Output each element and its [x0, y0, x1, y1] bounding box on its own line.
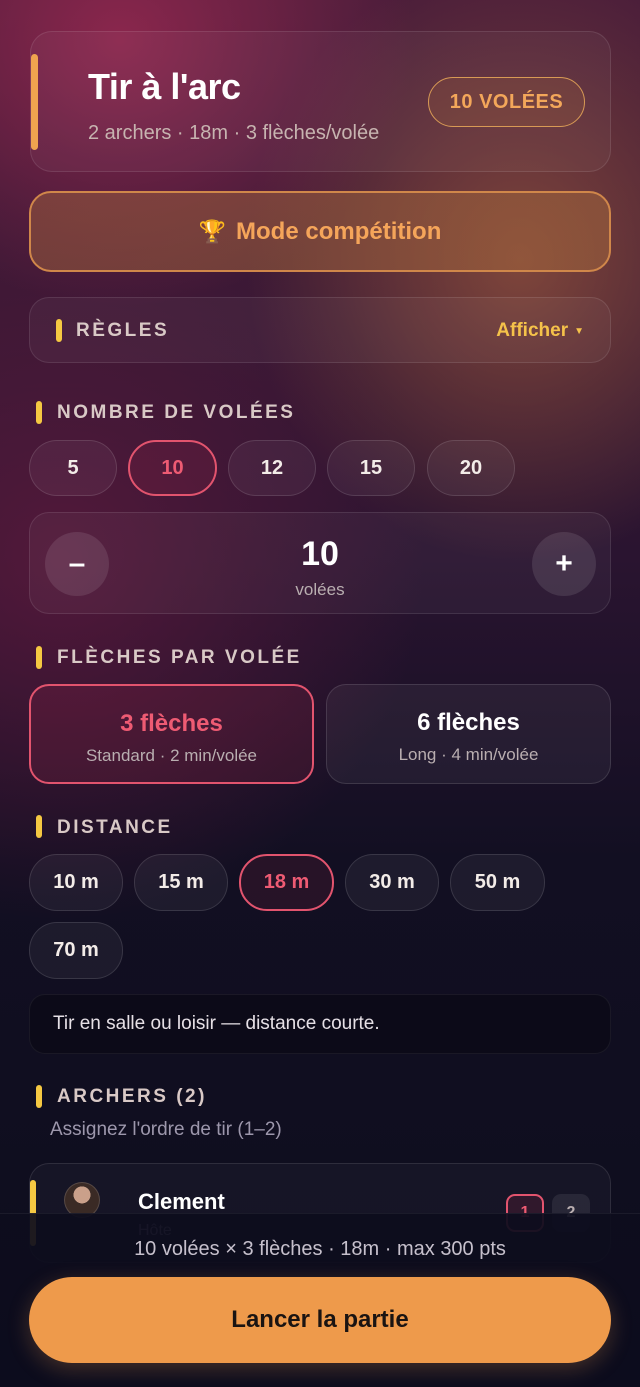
arrows-section-title: FLÈCHES PAR VOLÉE	[57, 647, 302, 668]
launch-game-button[interactable]: Lancer la partie	[29, 1277, 611, 1363]
caret-down-icon: ▼	[574, 325, 584, 337]
stepper-unit: volées	[295, 580, 345, 599]
trophy-icon: 🏆	[198, 218, 227, 244]
distance-option-10m[interactable]: 10 m	[29, 854, 123, 911]
section-accent-bar	[56, 319, 62, 342]
arrows-option-detail: Standard · 2 min/volée	[85, 746, 258, 765]
bottom-action-bar: 10 volées × 3 flèches · 18m · max 300 pt…	[0, 1213, 640, 1387]
increment-button[interactable]: +	[532, 532, 596, 596]
stepper-value: 10	[301, 535, 339, 573]
distance-option-15m[interactable]: 15 m	[134, 854, 228, 911]
volley-option-20[interactable]: 20	[427, 440, 515, 496]
page-title: Tir à l'arc	[88, 66, 241, 107]
game-summary-text: 10 volées × 3 flèches · 18m · max 300 pt…	[134, 1238, 506, 1260]
archers-section-title: ARCHERS (2)	[57, 1086, 207, 1107]
arrows-option-label: 6 flèches	[417, 709, 520, 736]
game-subtitle: 2 archers · 18m · 3 flèches/volée	[88, 122, 380, 144]
distance-option-18m[interactable]: 18 m	[239, 854, 334, 911]
distance-note: Tir en salle ou loisir — distance courte…	[29, 994, 611, 1054]
rules-label: RÈGLES	[76, 320, 170, 341]
section-accent-bar	[36, 1085, 42, 1108]
arrows-option-label: 3 flèches	[120, 710, 223, 737]
distance-option-30m[interactable]: 30 m	[345, 854, 439, 911]
volley-option-5[interactable]: 5	[29, 440, 117, 496]
archers-subtitle: Assignez l'ordre de tir (1–2)	[50, 1119, 282, 1140]
volley-option-12[interactable]: 12	[228, 440, 316, 496]
rules-toggle-button[interactable]: Afficher ▼	[496, 320, 584, 342]
section-accent-bar	[36, 646, 42, 669]
volley-option-10[interactable]: 10	[128, 440, 217, 496]
rules-section: RÈGLES Afficher ▼	[29, 297, 611, 363]
arrows-option-detail: Long · 4 min/volée	[398, 745, 539, 764]
competition-mode-button[interactable]: 🏆 Mode compétition	[29, 191, 611, 272]
arrows-option-6[interactable]: 6 flèches Long · 4 min/volée	[326, 684, 611, 784]
game-summary-card: Tir à l'arc 2 archers · 18m · 3 flèches/…	[30, 31, 611, 172]
distance-option-70m[interactable]: 70 m	[29, 922, 123, 979]
distance-section-title: DISTANCE	[57, 817, 173, 838]
volleys-section-title: NOMBRE DE VOLÉES	[57, 402, 296, 423]
rules-toggle-label: Afficher	[496, 320, 569, 341]
volley-option-15[interactable]: 15	[327, 440, 415, 496]
section-accent-bar	[36, 815, 42, 838]
volleys-badge: 10 VOLÉES	[428, 77, 585, 127]
volley-stepper: – 10 volées +	[29, 512, 611, 614]
distance-option-50m[interactable]: 50 m	[450, 854, 545, 911]
archer-name: Clement	[138, 1189, 225, 1214]
competition-mode-label: Mode compétition	[236, 217, 442, 245]
arrows-option-3[interactable]: 3 flèches Standard · 2 min/volée	[29, 684, 314, 784]
card-accent-bar	[31, 54, 38, 150]
section-accent-bar	[36, 401, 42, 424]
